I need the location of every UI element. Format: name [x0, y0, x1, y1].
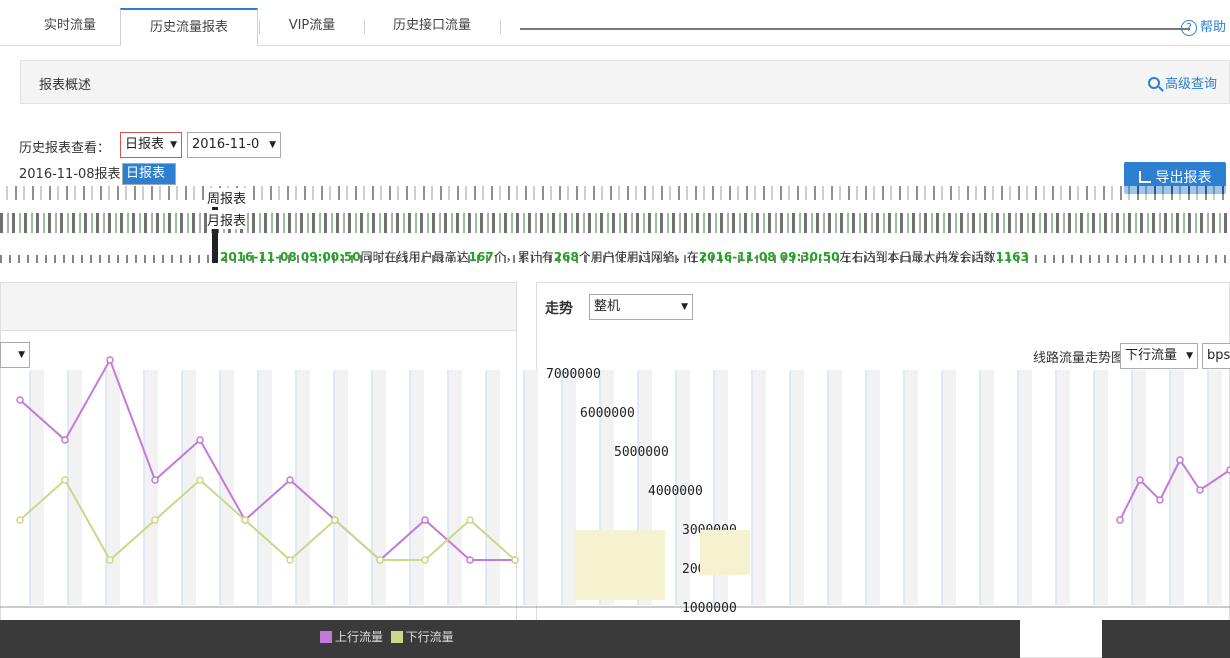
legend-series-0: 上行流量 — [335, 630, 384, 644]
series-point — [61, 476, 69, 484]
dropdown-option-monthly[interactable]: 月报表 — [207, 210, 247, 229]
area-block — [700, 530, 750, 575]
grid-stripe — [182, 370, 196, 605]
grid-stripe — [1056, 370, 1070, 605]
grid-stripe — [980, 370, 994, 605]
series-point — [106, 556, 114, 564]
series-point — [196, 436, 204, 444]
grid-stripe — [334, 370, 348, 605]
report-type-dropdown: 日报表 — [122, 163, 176, 185]
area-block — [575, 530, 665, 600]
series-point — [1116, 516, 1124, 524]
grid-stripe — [1018, 370, 1032, 605]
chart-legend: 上行流量 下行流量 — [320, 628, 454, 645]
grid-stripe — [904, 370, 918, 605]
grid-stripe — [752, 370, 766, 605]
chart-footer-band — [0, 620, 1020, 658]
series-point — [1136, 476, 1144, 484]
series-point — [466, 556, 474, 564]
series-point — [151, 476, 159, 484]
grid-stripe — [144, 370, 158, 605]
grid-stripe — [448, 370, 462, 605]
grid-stripe — [30, 370, 44, 605]
legend-swatch — [320, 631, 332, 643]
grid-stripe — [524, 370, 538, 605]
grid-stripe — [828, 370, 842, 605]
series-point — [466, 516, 474, 524]
chart-footer-band — [1102, 620, 1230, 658]
grid-stripe — [1132, 370, 1146, 605]
grid-stripe — [1170, 370, 1184, 605]
dropdown-option-daily[interactable]: 日报表 — [123, 164, 175, 184]
grid-stripe — [1094, 370, 1108, 605]
grid-stripe — [106, 370, 120, 605]
grid-stripe — [942, 370, 956, 605]
y-tick-label: 7000000 — [546, 367, 601, 382]
grid-stripe — [258, 370, 272, 605]
grid-stripe — [410, 370, 424, 605]
series-point — [16, 516, 24, 524]
series-point — [376, 556, 384, 564]
grid-stripe — [790, 370, 804, 605]
grid-stripe — [562, 370, 576, 605]
dropdown-option-weekly[interactable]: 周报表 — [207, 188, 247, 207]
grid-stripe — [372, 370, 386, 605]
legend-swatch — [390, 631, 403, 643]
series-point — [286, 556, 294, 564]
series-point — [511, 556, 519, 564]
series-point — [1156, 496, 1164, 504]
y-tick-label: 4000000 — [648, 484, 703, 499]
grid-stripe — [866, 370, 880, 605]
series-point — [421, 556, 429, 564]
grid-stripe — [1208, 370, 1222, 605]
series-point — [421, 516, 429, 524]
legend-series-1: 下行流量 — [405, 630, 454, 644]
series-point — [1196, 486, 1204, 494]
series-point — [286, 476, 294, 484]
series-point — [151, 516, 159, 524]
series-point — [241, 516, 249, 524]
grid-stripe — [486, 370, 500, 605]
series-point — [16, 396, 24, 404]
series-point — [196, 476, 204, 484]
y-tick-label: 6000000 — [580, 406, 635, 421]
series-point — [106, 356, 114, 364]
y-tick-label: 1000000 — [682, 601, 737, 616]
series-point — [1176, 456, 1184, 464]
y-tick-label: 5000000 — [614, 445, 669, 460]
series-point — [331, 516, 339, 524]
traffic-chart: 7000000600000050000004000000300000020000… — [0, 356, 1230, 658]
series-point — [61, 436, 69, 444]
